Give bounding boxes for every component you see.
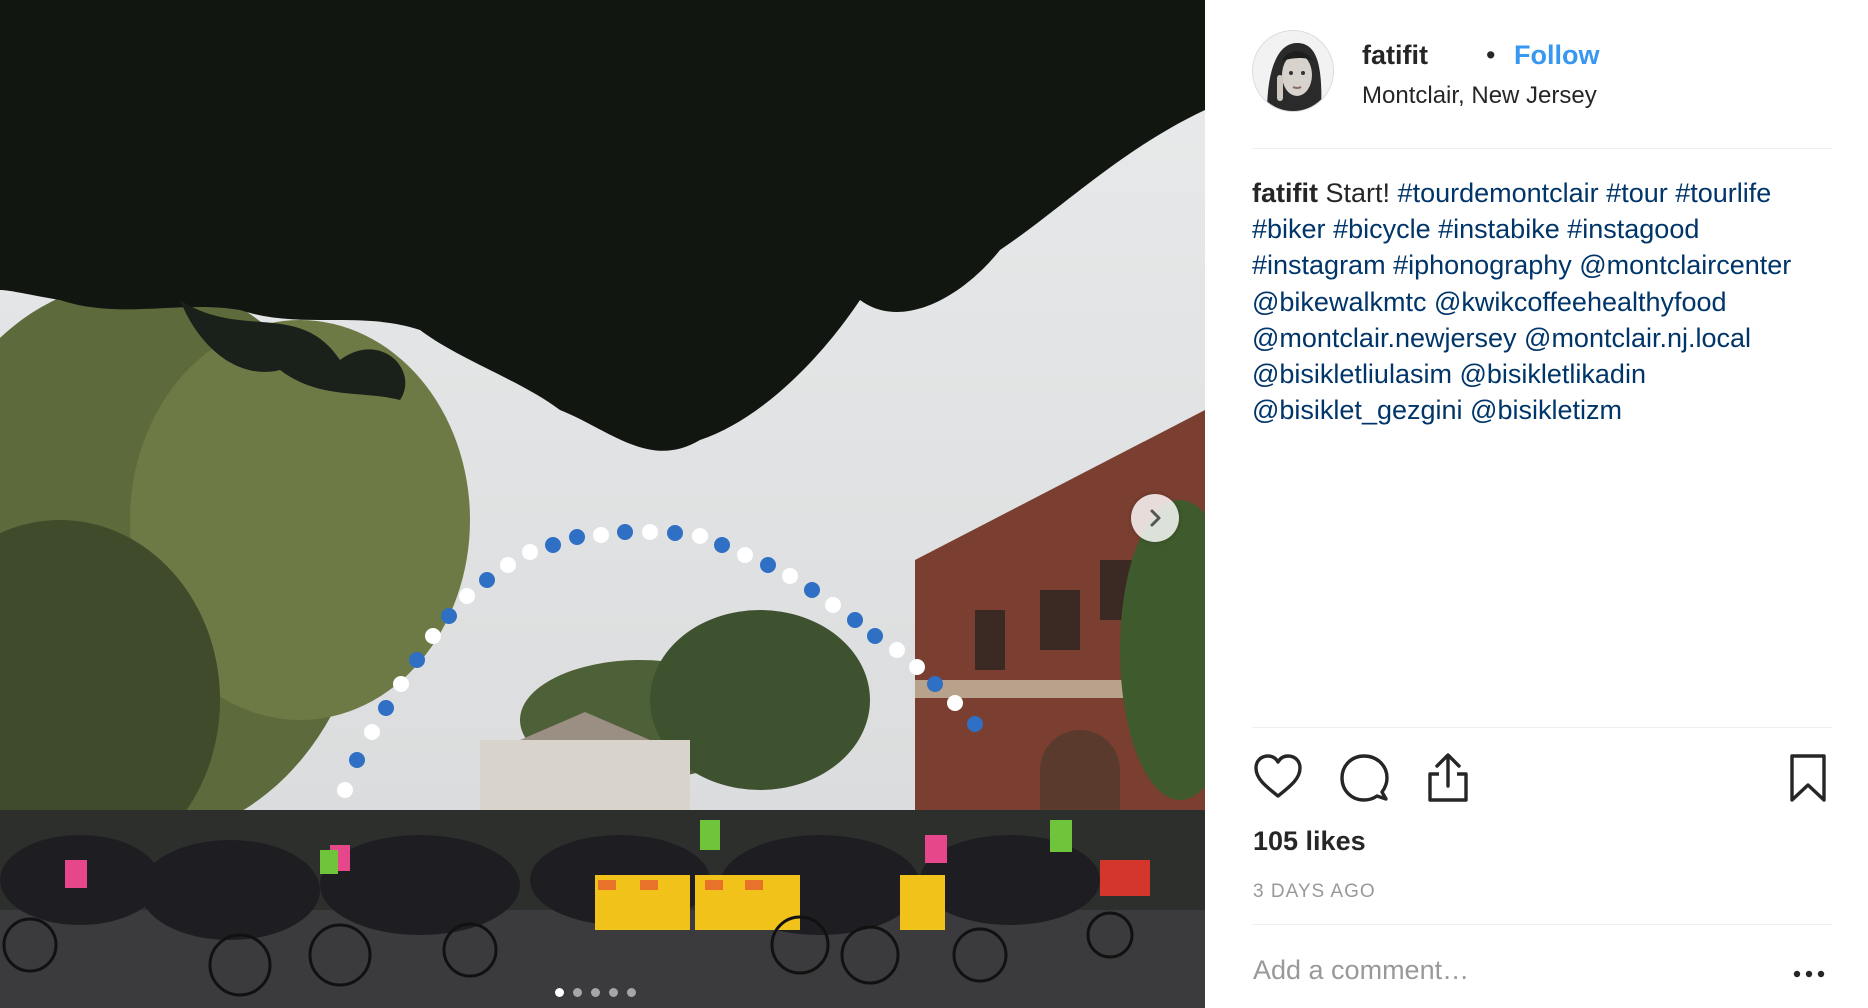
post-location[interactable]: Montclair, New Jersey xyxy=(1362,82,1597,110)
caption-mention[interactable]: @bisikletlikadin xyxy=(1459,359,1645,389)
post-actions xyxy=(1252,752,1832,804)
carousel-dot xyxy=(573,988,582,997)
caption-username[interactable]: fatifit xyxy=(1252,178,1318,208)
next-slide-button[interactable] xyxy=(1131,494,1179,542)
heart-icon xyxy=(1254,754,1302,798)
header-divider xyxy=(1252,148,1832,149)
carousel-dot xyxy=(555,988,564,997)
caption-hashtag[interactable]: #tourdemontclair xyxy=(1398,178,1599,208)
caption-mention[interactable]: @bisikletliulasim xyxy=(1252,359,1452,389)
caption-hashtag[interactable]: #tour xyxy=(1606,178,1668,208)
caption-hashtag[interactable]: #instabike xyxy=(1438,214,1560,244)
like-button[interactable] xyxy=(1252,752,1304,804)
comment-bubble-icon xyxy=(1340,754,1389,802)
caption-mention[interactable]: @montclair.nj.local xyxy=(1524,323,1751,353)
caption-hashtag[interactable]: #instagram xyxy=(1252,250,1386,280)
save-button[interactable] xyxy=(1782,752,1834,804)
chevron-right-icon xyxy=(1150,509,1161,527)
like-count[interactable]: 105 likes xyxy=(1253,826,1366,857)
share-icon xyxy=(1428,753,1468,802)
actions-divider xyxy=(1252,727,1832,728)
caption-hashtag[interactable]: #biker xyxy=(1252,214,1326,244)
post-photo[interactable] xyxy=(0,0,1205,1008)
post-caption: fatifit Start! #tourdemontclair #tour #t… xyxy=(1252,175,1832,428)
caption-hashtag[interactable]: #instagood xyxy=(1567,214,1699,244)
post-timestamp[interactable]: 3 DAYS AGO xyxy=(1253,881,1376,903)
comment-button[interactable] xyxy=(1338,752,1390,804)
follow-button[interactable]: Follow xyxy=(1514,40,1599,71)
more-horizontal-icon xyxy=(1793,970,1825,978)
carousel-dot xyxy=(627,988,636,997)
caption-mention[interactable]: @bikewalkmtc xyxy=(1252,287,1426,317)
carousel-dot xyxy=(591,988,600,997)
caption-text: Start! xyxy=(1325,178,1391,208)
caption-mention[interactable]: @montclair.newjersey xyxy=(1252,323,1517,353)
caption-mention[interactable]: @kwikcoffeehealthyfood xyxy=(1434,287,1727,317)
post-header: fatifit • Follow Montclair, New Jersey xyxy=(1252,30,1832,114)
avatar[interactable] xyxy=(1252,30,1334,112)
caption-hashtag[interactable]: #iphonography xyxy=(1393,250,1572,280)
caption-hashtag[interactable]: #tourlife xyxy=(1675,178,1771,208)
carousel-dot xyxy=(609,988,618,997)
caption-mention[interactable]: @bisiklet_gezgini xyxy=(1252,395,1463,425)
post-details-panel: fatifit • Follow Montclair, New Jersey f… xyxy=(1205,0,1868,1008)
caption-mention[interactable]: @montclaircenter xyxy=(1579,250,1791,280)
caption-mention[interactable]: @bisikletizm xyxy=(1470,395,1622,425)
share-button[interactable] xyxy=(1422,752,1474,804)
separator-dot: • xyxy=(1486,40,1496,70)
bookmark-icon xyxy=(1790,754,1826,802)
avatar-portrait-icon xyxy=(1253,31,1333,111)
comment-input[interactable] xyxy=(1253,955,1753,986)
carousel-indicator xyxy=(555,988,636,997)
caption-hashtag[interactable]: #bicycle xyxy=(1333,214,1431,244)
more-options-button[interactable] xyxy=(1789,964,1829,984)
post-username[interactable]: fatifit xyxy=(1362,40,1428,71)
comment-divider xyxy=(1252,924,1832,925)
photo-scene xyxy=(0,0,1205,1008)
